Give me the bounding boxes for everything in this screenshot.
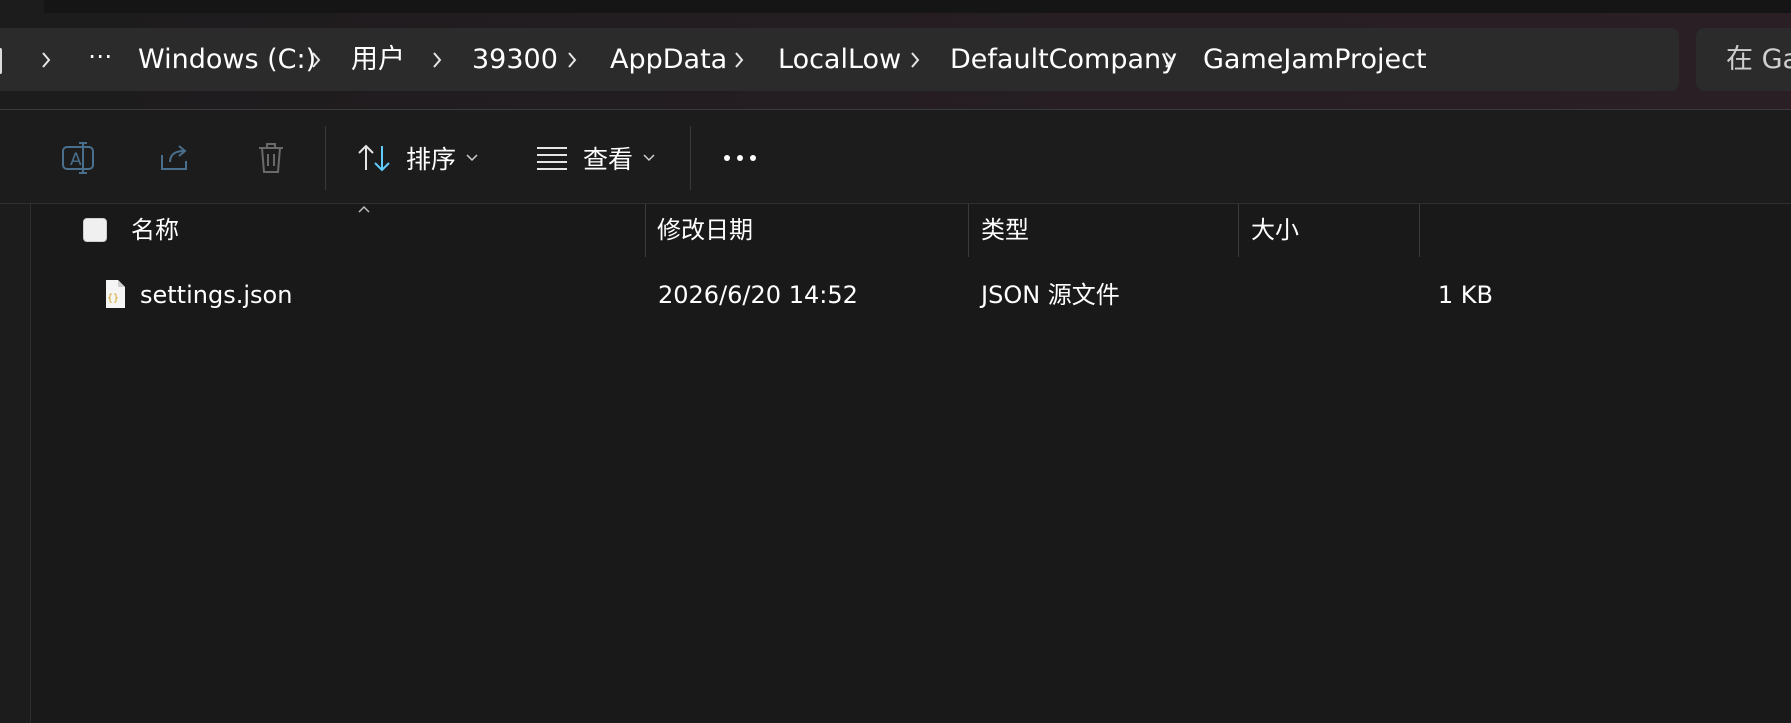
share-button[interactable] xyxy=(158,130,192,186)
sort-ascending-icon xyxy=(358,205,370,213)
chevron-down-icon xyxy=(643,154,655,162)
column-header-row: 名称 修改日期 类型 大小 xyxy=(0,204,1791,257)
column-divider[interactable] xyxy=(1419,204,1420,257)
breadcrumb-user-folder[interactable]: 39300 xyxy=(472,28,558,91)
command-bar: A 排序 查看 xyxy=(0,110,1791,204)
svg-text:{}: {} xyxy=(107,293,119,304)
sort-button[interactable]: 排序 xyxy=(356,130,478,186)
breadcrumb-separator-icon[interactable] xyxy=(427,28,447,91)
breadcrumb-defaultcompany[interactable]: DefaultCompany xyxy=(950,28,1177,91)
breadcrumb-users[interactable]: 用户 xyxy=(351,28,405,91)
breadcrumb-gamejamproject[interactable]: GameJamProject xyxy=(1203,28,1427,91)
delete-button[interactable] xyxy=(255,130,287,186)
file-type: JSON 源文件 xyxy=(981,281,1120,309)
title-bar: ⋯ Windows (C:) 用户 39300 AppData LocalLow… xyxy=(0,0,1791,110)
search-placeholder: 在 Ga xyxy=(1726,44,1791,75)
column-divider[interactable] xyxy=(645,204,646,257)
breadcrumb-separator-icon[interactable] xyxy=(36,28,56,91)
pane-splitter[interactable] xyxy=(30,204,31,723)
rename-icon: A xyxy=(62,142,94,174)
breadcrumb-drive[interactable]: Windows (C:) xyxy=(138,28,316,91)
this-pc-icon[interactable] xyxy=(0,48,2,74)
column-header-type[interactable]: 类型 xyxy=(981,204,1029,257)
breadcrumb-separator-icon[interactable] xyxy=(1159,28,1179,91)
breadcrumb-locallow[interactable]: LocalLow xyxy=(778,28,901,91)
more-icon xyxy=(724,155,756,161)
column-header-modified[interactable]: 修改日期 xyxy=(657,204,753,257)
trash-icon xyxy=(259,143,283,173)
sort-icon xyxy=(358,144,390,172)
column-divider[interactable] xyxy=(1238,204,1239,257)
see-more-button[interactable] xyxy=(722,130,758,186)
navigation-pane xyxy=(0,204,30,723)
column-header-size[interactable]: 大小 xyxy=(1251,204,1299,257)
search-box[interactable]: 在 Ga xyxy=(1696,28,1791,91)
breadcrumb-separator-icon[interactable] xyxy=(562,28,582,91)
share-icon xyxy=(161,145,187,170)
svg-text:A: A xyxy=(70,150,82,170)
file-size: 1 KB xyxy=(1437,281,1493,309)
tab-strip xyxy=(44,0,1791,13)
breadcrumb-separator-icon[interactable] xyxy=(905,28,925,91)
toolbar-divider xyxy=(690,126,691,190)
file-modified: 2026/6/20 14:52 xyxy=(658,281,858,309)
column-divider[interactable] xyxy=(968,204,969,257)
breadcrumb-appdata[interactable]: AppData xyxy=(610,28,727,91)
view-label: 查看 xyxy=(583,145,634,174)
json-file-icon: {} xyxy=(106,280,125,308)
column-header-name[interactable]: 名称 xyxy=(131,204,179,257)
rename-button[interactable]: A xyxy=(60,130,96,186)
breadcrumb-overflow[interactable]: ⋯ xyxy=(88,28,113,91)
view-button[interactable]: 查看 xyxy=(535,130,655,186)
breadcrumb-separator-icon[interactable] xyxy=(306,28,326,91)
file-row[interactable]: {} settings.json 2026/6/20 14:52 JSON 源文… xyxy=(90,274,1493,316)
address-bar[interactable]: ⋯ Windows (C:) 用户 39300 AppData LocalLow… xyxy=(0,28,1679,91)
view-list-icon xyxy=(537,147,567,170)
toolbar-divider xyxy=(325,126,326,190)
file-name[interactable]: settings.json xyxy=(140,274,292,316)
select-all-checkbox[interactable] xyxy=(83,218,107,242)
chevron-down-icon xyxy=(466,154,478,162)
breadcrumb-separator-icon[interactable] xyxy=(729,28,749,91)
sort-label: 排序 xyxy=(406,145,457,174)
